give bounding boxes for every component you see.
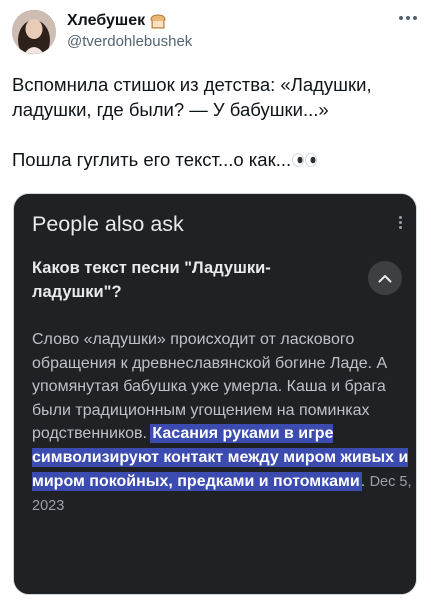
dot — [413, 16, 417, 20]
avatar[interactable] — [12, 10, 56, 54]
dot — [399, 16, 403, 20]
dot — [399, 221, 402, 224]
tweet-line-1: Вспомнила стишок из детства: «Ладушки, л… — [12, 74, 372, 120]
dot — [406, 16, 410, 20]
eyes-emoji — [292, 153, 318, 167]
collapse-button[interactable] — [368, 261, 402, 295]
user-names: Хлебушек @tverdohlebushek — [67, 11, 192, 52]
user-handle[interactable]: @tverdohlebushek — [67, 32, 192, 52]
tweet-media[interactable]: People also ask Каков текст песни "Ладуш… — [13, 193, 417, 595]
answer-tail: . — [360, 472, 370, 490]
more-icon[interactable] — [399, 16, 417, 20]
tweet-header: Хлебушек @tverdohlebushek — [12, 10, 419, 58]
bread-icon — [150, 14, 166, 29]
kebab-icon[interactable] — [399, 216, 402, 229]
tweet-text: Вспомнила стишок из детства: «Ладушки, л… — [12, 72, 417, 172]
tweet-line-2: Пошла гуглить его текст...о как... — [12, 147, 417, 172]
display-name-text[interactable]: Хлебушек — [67, 11, 145, 31]
section-title: People also ask — [32, 212, 184, 236]
people-also-ask-card: People also ask Каков текст песни "Ладуш… — [14, 194, 416, 594]
dot — [399, 216, 402, 219]
tweet-line-2-text: Пошла гуглить его текст...о как... — [12, 149, 292, 170]
tweet: Хлебушек @tverdohlebushek Вспомнила стиш… — [0, 0, 431, 600]
chevron-up-icon — [378, 274, 392, 282]
question-text[interactable]: Каков текст песни "Ладушки-ладушки"? — [32, 256, 332, 304]
answer-text: Слово «ладушки» происходит от ласкового … — [32, 328, 412, 519]
display-name[interactable]: Хлебушек — [67, 11, 192, 31]
dot — [399, 226, 402, 229]
